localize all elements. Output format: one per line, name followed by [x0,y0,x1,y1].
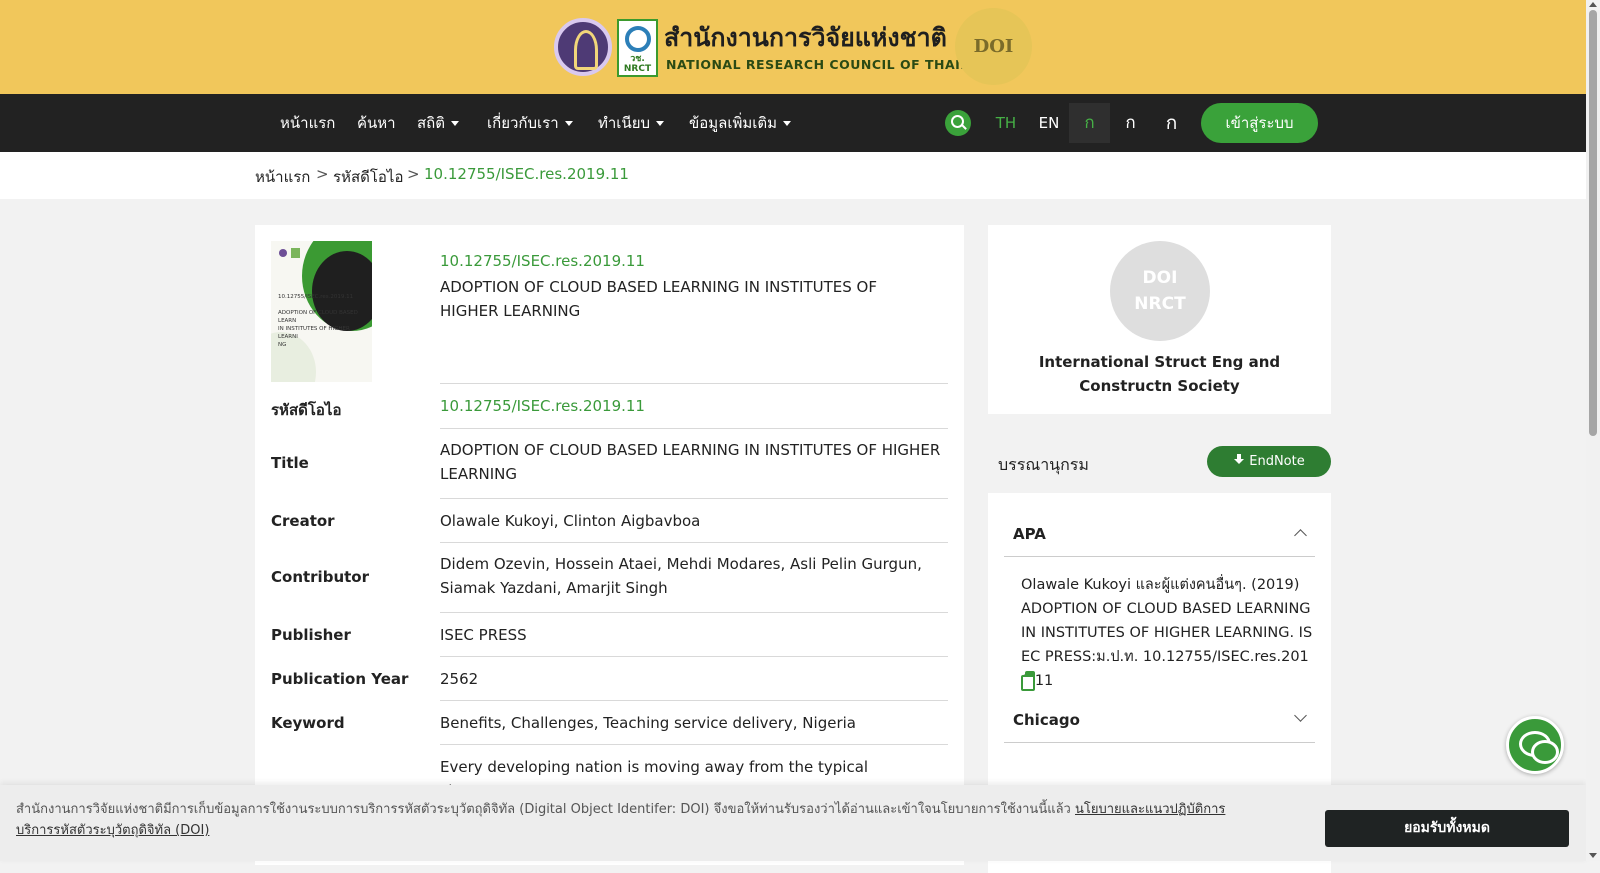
nrct-logo-ring-icon [625,26,651,52]
doi-logo: DOI [955,8,1032,85]
accept-all-button[interactable]: ยอมรับทั้งหมด [1325,810,1569,847]
endnote-download-button[interactable]: EndNote [1207,446,1331,477]
search-icon[interactable] [945,110,971,136]
chevron-up-icon [1294,529,1307,542]
site-title-en[interactable]: NATIONAL RESEARCH COUNCIL OF THAILAND [666,57,1001,72]
field-label: รหัสดีโอไอ [271,401,342,419]
field-label: Contributor [271,568,369,586]
field-value: ISEC PRESS [440,626,527,644]
field-label: Title [271,454,309,472]
breadcrumb-current: 10.12755/ISEC.res.2019.11 [424,165,629,183]
field-value-doi-link[interactable]: 10.12755/ISEC.res.2019.11 [440,394,948,418]
bibliography-heading: บรรณานุกรม [998,455,1089,474]
field-value: 2562 [440,670,479,688]
page-scrollbar[interactable] [1586,0,1600,861]
login-button[interactable]: เข้าสู่ระบบ [1201,103,1318,143]
field-value: Didem Ozevin, Hossein Ataei, Mehdi Modar… [440,555,922,597]
nrct-logo: วช. NRCT [617,19,658,77]
field-value: Olawale Kukoyi, Clinton Aigbavboa [440,512,701,530]
nrct-seal-logo [554,18,612,76]
cookie-banner: สำนักงานการวิจัยแห่งชาติมีการเก็บข้อมูลก… [0,785,1586,861]
cover-image: 10.12755/ISEC.res.2019.11 ADOPTION OF CLO… [271,241,372,382]
font-size-large[interactable]: ก [1151,103,1192,143]
chevron-down-icon [1294,709,1307,722]
field-value: Benefits, Challenges, Teaching service d… [440,714,856,732]
font-size-medium[interactable]: ก [1110,103,1151,143]
apa-citation-text: Olawale Kukoyi และผู้แต่งคนอื่นๆ. (2019)… [1021,577,1313,689]
publisher-card: DOI NRCT International Struct Eng and Con… [988,225,1331,414]
cookie-text: สำนักงานการวิจัยแห่งชาติมีการเก็บข้อมูลก… [16,802,1226,838]
chevron-down-icon [450,121,459,126]
field-value: ADOPTION OF CLOUD BASED LEARNING IN INST… [440,441,941,483]
nav-about[interactable]: เกี่ยวกับเรา [487,94,573,152]
breadcrumb: หน้าแรก > รหัสดีโอไอ > 10.12755/ISEC.res… [0,152,1586,199]
nav-search[interactable]: ค้นหา [357,94,396,152]
accordion-chicago[interactable]: Chicago [1004,699,1315,743]
site-title-th[interactable]: สำนักงานการวิจัยแห่งชาติ [664,18,947,58]
scrollbar-thumb[interactable] [1589,10,1597,436]
nav-statistics[interactable]: สถิติ [417,94,459,152]
field-label: Publication Year [271,670,409,688]
accordion-title: APA [1013,525,1046,543]
doi-nrct-avatar: DOI NRCT [1110,241,1210,341]
nav-home[interactable]: หน้าแรก [280,94,335,152]
lang-th[interactable]: TH [993,94,1019,152]
chat-icon[interactable] [1506,716,1564,774]
breadcrumb-separator: > [407,165,420,183]
seal-icon [279,249,287,257]
chevron-down-icon [783,121,792,126]
accordion-title: Chicago [1013,711,1080,729]
lang-en[interactable]: EN [1036,94,1062,152]
font-size-small[interactable]: ก [1069,103,1110,143]
accordion-apa[interactable]: APA [1004,513,1315,557]
nrct-logo-text: วช. NRCT [623,54,652,74]
nav-more-info[interactable]: ข้อมูลเพิ่มเติม [689,94,792,152]
copy-icon[interactable] [1021,671,1035,691]
site-header: วช. NRCT สำนักงานการวิจัยแห่งชาติ NATIONA… [0,0,1586,94]
field-label: Creator [271,512,335,530]
record-card: 10.12755/ISEC.res.2019.11 ADOPTION OF CLO… [255,225,964,865]
nrct-icon [291,248,300,258]
scroll-up-icon[interactable] [1589,2,1597,7]
field-label: Keyword [271,714,345,732]
cover-text: 10.12755/ISEC.res.2019.11 ADOPTION OF CLO… [278,294,358,348]
record-title: ADOPTION OF CLOUD BASED LEARNING IN INST… [440,278,877,320]
main-nav: หน้าแรก ค้นหา สถิติ เกี่ยวกับเรา ทำเนียบ… [0,94,1586,152]
breadcrumb-home[interactable]: หน้าแรก [255,165,310,189]
record-doi-link[interactable]: 10.12755/ISEC.res.2019.11 [440,252,645,270]
publisher-name: International Struct Eng and Constructn … [1038,353,1281,395]
scroll-down-icon[interactable] [1589,853,1597,858]
field-label: Publisher [271,626,351,644]
nav-directory[interactable]: ทำเนียบ [598,94,665,152]
chevron-down-icon [564,121,573,126]
chevron-down-icon [656,121,665,126]
download-icon [1233,454,1245,466]
breadcrumb-separator: > [316,165,329,183]
breadcrumb-doi[interactable]: รหัสดีโอไอ [333,165,403,189]
